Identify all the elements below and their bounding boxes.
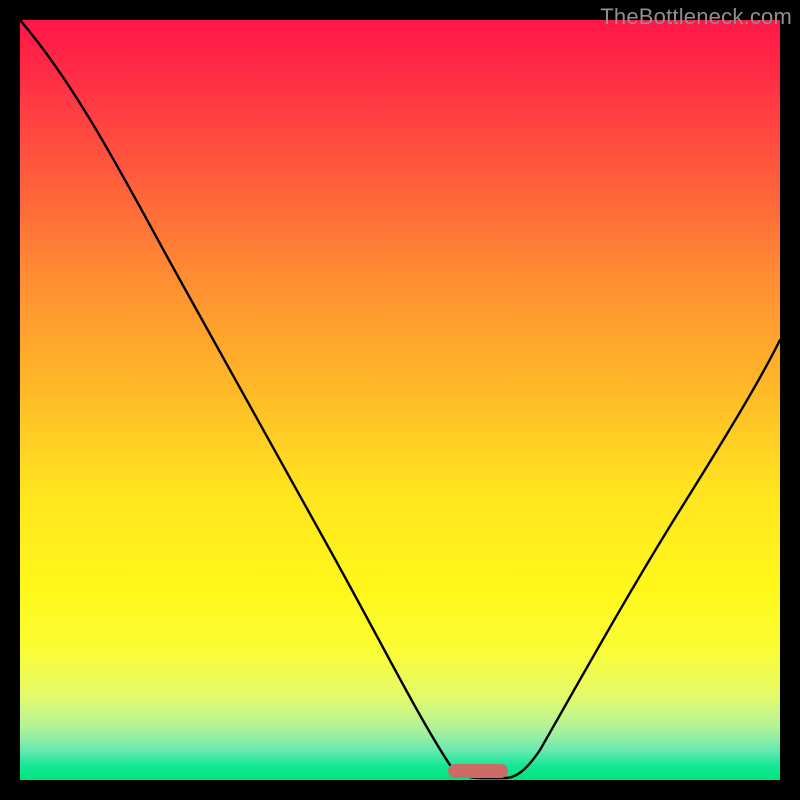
bottleneck-curve: [20, 20, 780, 780]
curve-path: [20, 20, 780, 778]
chart-frame: TheBottleneck.com: [0, 0, 800, 800]
watermark-text: TheBottleneck.com: [600, 4, 792, 30]
optimal-marker: [448, 764, 508, 778]
chart-plot-area: [20, 20, 780, 780]
